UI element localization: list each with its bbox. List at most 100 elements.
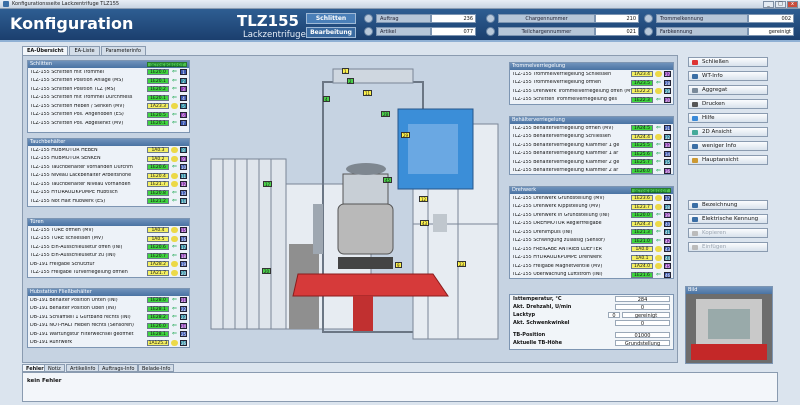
io-row[interactable]: TLZ-155 Drehwerk Grundstellung (MV) 1E23.…	[510, 194, 673, 203]
io-row[interactable]: TLZ-155 Drehwerk Kippstellung (MV) 1E23.7…	[510, 203, 673, 212]
io-row[interactable]: TLZ-155 Tauchbehälter vorhanden Durchm 1E…	[28, 163, 189, 172]
bearbeitung-button[interactable]: Bearbeitung	[306, 27, 356, 38]
io-row[interactable]: TLZ-155 HYDRAULIKPUMPE Drehwerk 1A0.1 44	[510, 254, 673, 263]
io-row[interactable]: TLZ-155 Schlitten Position TLZ (MS) 1E20.…	[28, 85, 189, 94]
drucken-button[interactable]: Drucken	[688, 99, 768, 109]
io-row[interactable]: TLZ-155 Behälterverriegelung Schliessen 1…	[510, 133, 673, 142]
io-address: 1E20.5	[147, 111, 169, 118]
io-row[interactable]: TLZ-155 HUBMOTOR HEBEN 1A0.3 8	[28, 146, 189, 155]
io-row[interactable]: TLZ-155 Schlitten Pos. Angehoben (ES) 1E2…	[28, 111, 189, 120]
io-number: 43	[664, 246, 671, 253]
io-row[interactable]: TLZ-155 TÜRE schliessen (MV) 1A0.5 16	[28, 235, 189, 244]
io-row[interactable]: TLZ-155 HYDRAULIKPUMPE Hubtisch 1E20.8 ⇐ 13	[28, 189, 189, 198]
schliessen-button[interactable]: Schließen	[688, 57, 768, 67]
io-number: 25	[180, 331, 187, 338]
io-number: 15	[180, 227, 187, 234]
hilfe-button[interactable]: Hilfe	[688, 113, 768, 123]
io-row[interactable]: DB-191 Wartungstür Filterwechsel geöffne…	[28, 330, 189, 339]
io-row[interactable]: TLZ-155 DREHMOTOR Reglerfreigabe 1A24.3 40	[510, 220, 673, 229]
io-row[interactable]: TLZ-155 Schwingung zulässig (Sensor) 1E21…	[510, 237, 673, 246]
io-label: TLZ-155 Drehwerk Grundstellung (MV)	[512, 195, 605, 201]
io-row[interactable]: TLZ-155 Drehwerk in Grundstellung (INI) 1…	[510, 211, 673, 220]
tab-ea-liste[interactable]: EA-Liste	[69, 46, 100, 55]
io-label: TLZ-155 Tauchbehälter Niveau vorhanden	[30, 181, 131, 187]
io-row[interactable]: TLZ-155 Ein-Ausschleusetür zu (INI) 1E20.…	[28, 252, 189, 261]
2d-ansicht-button[interactable]: 2D Ansicht	[688, 127, 768, 137]
minimize-button[interactable]: _	[763, 1, 774, 8]
hauptansicht-button[interactable]: Hauptansicht	[688, 155, 768, 165]
io-row[interactable]: TLZ-155 Ein-Ausschleusetür offen (INI) 1E…	[28, 243, 189, 252]
io-row[interactable]: TLZ-155 Behälterverriegelung öffnen (MV)…	[510, 124, 673, 133]
tab-auftrags-info[interactable]: Auftrags-Info	[98, 364, 139, 372]
io-row[interactable]: TLZ-155 Schlitten Position Anlage (MS) 1E…	[28, 77, 189, 86]
io-row[interactable]: TLZ-155 Behälterverriegelung Klammer 1 g…	[510, 141, 673, 150]
tab-belade-info[interactable]: Belade-Info	[138, 364, 175, 372]
io-label: DB-191 Rührwerk	[30, 340, 73, 346]
elektrische-kennung-button[interactable]: Elektrische Kennung	[688, 214, 768, 224]
io-row[interactable]: TLZ-155 HUBMOTOR SENKEN 1A0.2 9	[28, 155, 189, 164]
lacktyp-label: Lacktyp	[513, 312, 536, 318]
io-row[interactable]: DB-191 Behälter Position Unten (INI) 1E28…	[28, 296, 189, 305]
gear-icon	[364, 27, 373, 36]
valve-icon	[655, 195, 662, 202]
io-row[interactable]: TLZ-155 Not Halt Hubwerk (ES) 1E21.2 ⇐ 14	[28, 197, 189, 206]
io-row[interactable]: TLZ-155 Tauchbehälter Niveau vorhanden 1E…	[28, 180, 189, 189]
io-row[interactable]: TLZ-155 Freigabe Magnetventile (MV) 1A24.…	[510, 262, 673, 271]
callout-marker: 9	[395, 262, 402, 268]
kopieren-button[interactable]: Kopieren	[688, 228, 768, 238]
io-row[interactable]: TLZ-155 Trommelverriegelung öffnen 1A23.5…	[510, 79, 673, 88]
io-row[interactable]: TLZ-155 Schlitten Pos. Abgesenkt (MV) 1E2…	[28, 119, 189, 128]
io-row[interactable]: TLZ-155 Trommelverriegelung Schliessen 1A…	[510, 70, 673, 79]
wt-info-button[interactable]: WT-Info	[688, 71, 768, 81]
aggregat-button[interactable]: Aggregat	[688, 85, 768, 95]
io-row[interactable]: TLZ-155 TÜRE öffnen (MV) 1A0.4 15	[28, 226, 189, 235]
io-row[interactable]: TLZ-155 Freigabe Türverriegelung öffnen 1…	[28, 269, 189, 278]
sensor-icon: ⇐	[655, 270, 662, 278]
io-row[interactable]: TLZ-155 Schlitten Heben / Senken (MV) 1A2…	[28, 102, 189, 111]
charge-field: Chargennummer 210	[498, 14, 639, 23]
io-address: 1E20.0	[631, 212, 653, 219]
io-row[interactable]: DB-191 Freigabe Schutztür 1A28.2 19	[28, 260, 189, 269]
io-row[interactable]: TLZ-155 Behälterverriegelung Klammer 2 a…	[510, 167, 673, 176]
weniger-info-button[interactable]: weniger Info	[688, 141, 768, 151]
io-row[interactable]: TLZ-155 Drehwerk Trommelverriegelung off…	[510, 87, 673, 96]
io-number: 24	[180, 322, 187, 329]
io-row[interactable]: DB-191 Rührwerk 1A125.3 26	[28, 339, 189, 348]
io-row[interactable]: TLZ-155 Behälterverriegelung Klammer 2 g…	[510, 158, 673, 167]
tab-artikelinfo[interactable]: Artikelinfo	[66, 364, 100, 372]
io-address: 1E21.6	[631, 271, 653, 278]
bezeichnung-button[interactable]: Bezeichnung	[688, 200, 768, 210]
io-label: DB-191 Wartungstür Filterwechsel geöffne…	[30, 331, 134, 337]
schlitten-button[interactable]: Schlitten	[306, 13, 356, 24]
io-row[interactable]: TLZ-155 Behälterverriegelung Klammer 1 a…	[510, 150, 673, 159]
io-row[interactable]: DB-191 Behälter Position Oben (INI) 1E28.…	[28, 305, 189, 314]
io-label: TLZ-155 Not Halt Hubwerk (ES)	[30, 198, 106, 204]
tab-notiz[interactable]: Notiz	[44, 364, 65, 372]
io-row[interactable]: TLZ-155 Schlitten Trommelverriegelung ge…	[510, 96, 673, 105]
io-row[interactable]: DB-191 Schlaffseil 1 Gurtband rechts (IN…	[28, 313, 189, 322]
panel-tueren: Türen TLZ-155 TÜRE öffnen (MV) 1A0.4 15 TLZ…	[27, 218, 190, 278]
io-number: 12	[180, 181, 187, 188]
tab-parameterinfo[interactable]: Parameterinfo	[100, 46, 146, 55]
io-row[interactable]: TLZ-155 Niveau Lackbehälter Arbeitshöhe 1…	[28, 172, 189, 181]
io-row[interactable]: TLZ-155 FREIGABE ANTRIEB LUEFTER 1A0.0 43	[510, 245, 673, 254]
close-button[interactable]: x	[787, 1, 798, 8]
io-row[interactable]: DB-191 NOT-HALT Heben rechts (Sensoren) 1…	[28, 322, 189, 331]
io-label: TLZ-155 DREHMOTOR Reglerfreigabe	[512, 221, 602, 227]
valve-icon	[171, 227, 178, 234]
machine-subtitle: Lackzentrifuge	[243, 30, 306, 40]
app-icon	[3, 1, 9, 7]
drehzahl-label: Akt. Drehzahl, U/min	[513, 304, 572, 310]
io-label: TLZ-155 Schlitten Position Anlage (MS)	[30, 78, 124, 84]
isttemperatur-value: 284	[615, 296, 670, 303]
sensor-icon: ⇐	[655, 158, 662, 166]
einfuegen-button[interactable]: Einfügen	[688, 242, 768, 252]
panel-title: Drehwerk BETRIEBSBEREIT	[510, 187, 673, 194]
io-row[interactable]: TLZ-155 Überwachung Luftstrom (INI) 1E21.…	[510, 271, 673, 280]
io-row[interactable]: TLZ-155 Schlitten mit Trommel 1E20.0 ⇐ 1	[28, 68, 189, 77]
tab-ea-uebersicht[interactable]: EA-Übersicht	[22, 46, 69, 55]
io-row[interactable]: TLZ-155 Schlitten mit Trommel Durchmess 1…	[28, 94, 189, 103]
maximize-button[interactable]: □	[775, 1, 786, 8]
io-label: TLZ-155 Behälterverriegelung Klammer 2 a…	[512, 168, 619, 174]
io-row[interactable]: TLZ-155 Drehimpuls (INI) 1E21.3 ⇐ 41	[510, 228, 673, 237]
